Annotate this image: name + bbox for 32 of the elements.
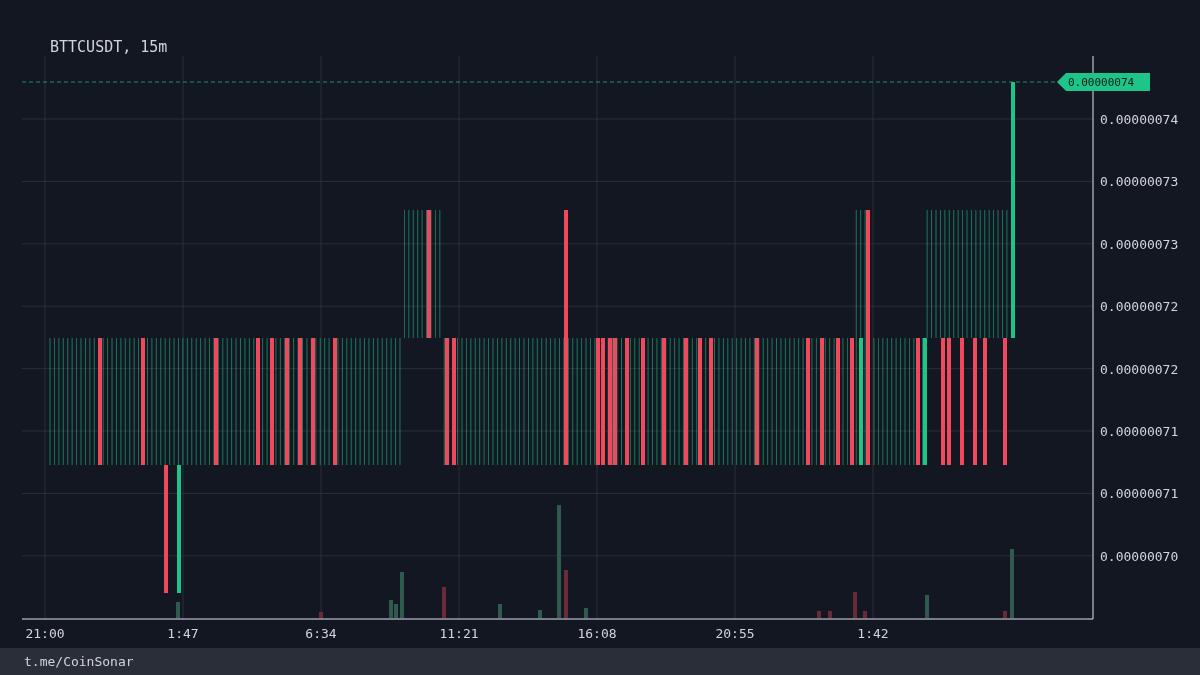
price-tag: 0.00000074 bbox=[1057, 73, 1150, 91]
chart-title: BTTCUSDT, 15m bbox=[50, 38, 168, 56]
volume-bar bbox=[538, 610, 542, 618]
volume-bar bbox=[442, 587, 446, 618]
volume-bar bbox=[828, 611, 832, 618]
volume-bar bbox=[1010, 549, 1014, 618]
x-axis-label: 6:34 bbox=[305, 626, 337, 641]
volume-bar bbox=[498, 604, 502, 618]
volume-bar bbox=[817, 611, 821, 618]
y-axis-label: 0.00000073 bbox=[1100, 236, 1179, 252]
y-axis-label: 0.00000074 bbox=[1100, 112, 1179, 127]
x-axis-label: 11:21 bbox=[439, 626, 479, 641]
x-axis-label: 1:47 bbox=[167, 626, 199, 641]
y-axis-label: 0.00000072 bbox=[1100, 299, 1179, 315]
x-axis-label: 21:00 bbox=[25, 626, 65, 641]
x-axis-label: 16:08 bbox=[577, 626, 617, 641]
volume-bar bbox=[1003, 611, 1007, 618]
volume-bar bbox=[319, 612, 323, 618]
volume-bar bbox=[564, 570, 568, 618]
volume-bar bbox=[400, 572, 404, 618]
y-axis-label: 0.00000073 bbox=[1100, 174, 1179, 190]
volume-bar bbox=[853, 592, 857, 618]
y-axis-label: 0.00000072 bbox=[1100, 361, 1179, 377]
y-axis-label: 0.00000070 bbox=[1100, 548, 1179, 564]
y-axis-label: 0.00000071 bbox=[1100, 486, 1179, 502]
volume-bar bbox=[176, 602, 180, 618]
volume-bar bbox=[863, 611, 867, 618]
x-axis-label: 20:55 bbox=[715, 626, 755, 641]
volume-bar bbox=[925, 595, 929, 618]
volume-bar bbox=[584, 608, 588, 618]
y-axis-label: 0.00000071 bbox=[1100, 424, 1179, 439]
x-axis-label: 1:42 bbox=[857, 626, 889, 641]
